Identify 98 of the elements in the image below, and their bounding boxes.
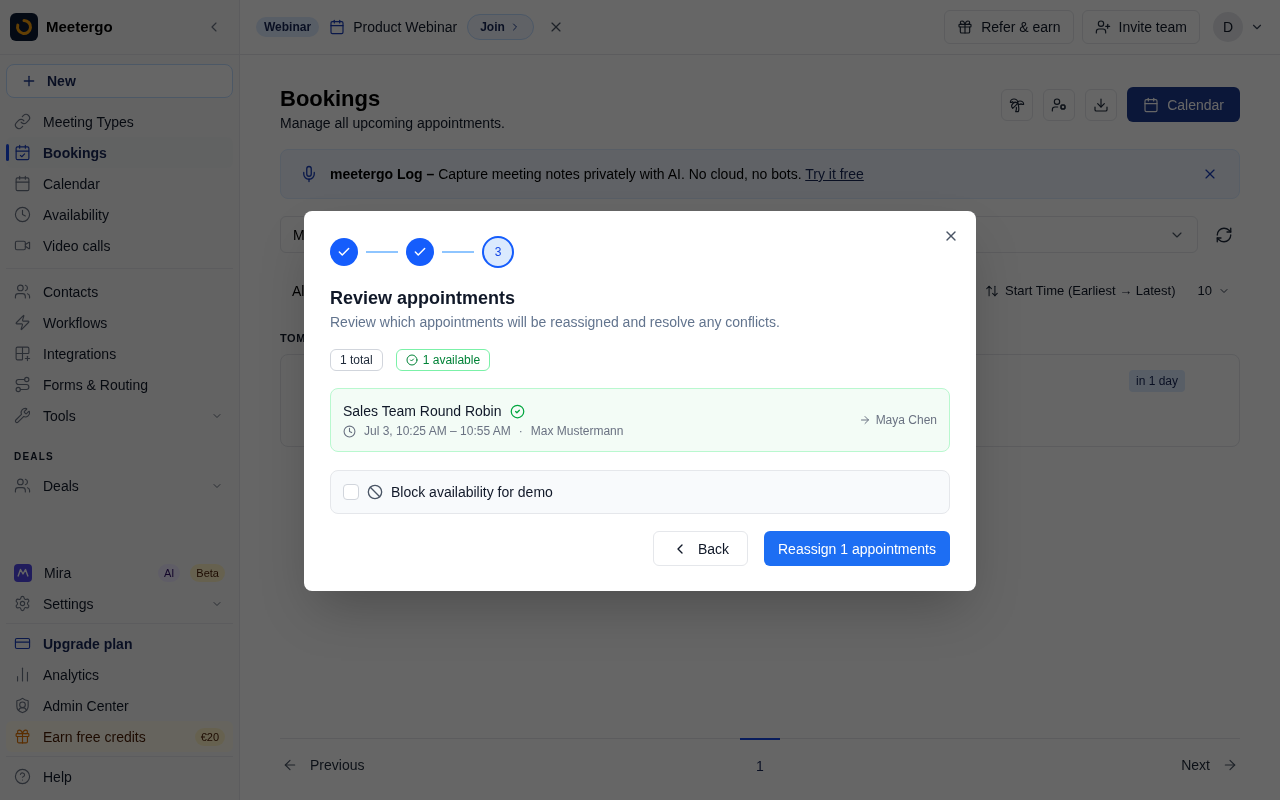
step-connector <box>442 251 474 253</box>
checkbox[interactable] <box>343 484 359 500</box>
next-button[interactable]: Next <box>1181 755 1240 775</box>
nav-badge: Beta <box>190 563 225 582</box>
event-type-badge: Webinar <box>256 17 320 37</box>
grid-plus-icon <box>14 345 31 362</box>
step-connector <box>366 251 398 253</box>
new-host: Maya Chen <box>875 412 937 428</box>
filter-tab[interactable]: Al <box>280 281 305 301</box>
gift-icon <box>957 19 974 35</box>
avatar[interactable]: D <box>1213 12 1243 42</box>
users-icon <box>14 283 31 300</box>
sidebar-item[interactable]: Video calls <box>6 230 233 261</box>
palm-tree-icon <box>1009 96 1026 113</box>
sort-icon <box>985 284 1000 298</box>
download-icon <box>1093 96 1110 113</box>
lightning-icon <box>14 314 31 331</box>
page-size-select[interactable]: 10 <box>1197 281 1230 301</box>
clock-icon <box>14 206 31 223</box>
dialog-description: Review which appointments will be reassigned and resolve any conflicts. <box>330 313 781 332</box>
option-label: Block availability for demo <box>391 483 553 502</box>
clock-icon <box>343 424 356 438</box>
arrow-right-icon <box>1222 757 1238 773</box>
sidebar-item[interactable]: Calendar <box>6 168 233 199</box>
sidebar-item[interactable]: Earn free credits €20 <box>6 721 233 752</box>
link-icon <box>14 113 31 130</box>
arrow-right-icon <box>858 414 871 426</box>
appointment-title: Sales Team Round Robin <box>343 402 502 421</box>
sidebar-item[interactable]: Availability <box>6 199 233 230</box>
banner-text: meetergo Log – Capture meeting notes privately with AI. No cloud, no bots. Try it free <box>330 165 864 184</box>
calendar-icon <box>1143 96 1160 113</box>
page-link[interactable]: 1 <box>740 738 780 776</box>
step-indicator: 3 <box>482 236 514 268</box>
appointment-host: Max Mustermann <box>530 423 624 439</box>
logo-icon <box>10 13 38 41</box>
user-gear-icon <box>1051 96 1068 113</box>
sidebar-item[interactable]: Tools <box>6 400 233 431</box>
sidebar-item[interactable]: Analytics <box>6 659 233 690</box>
check-icon <box>337 245 351 259</box>
arrow-left-icon <box>282 757 298 773</box>
sidebar-item[interactable]: Deals <box>6 470 233 501</box>
page-subtitle: Manage all upcoming appointments. <box>280 114 505 133</box>
page-title: Bookings <box>280 85 382 113</box>
section-heading: DEALS <box>13 451 55 463</box>
sidebar-item[interactable]: Workflows <box>6 307 233 338</box>
count-badge: 1 total <box>330 349 383 371</box>
new-button[interactable]: New <box>6 64 233 98</box>
sort-button[interactable]: Start Time (Earliest → Latest) <box>985 281 1176 301</box>
header-button[interactable]: Invite team <box>1081 10 1200 44</box>
event-title: Product Webinar <box>353 18 458 37</box>
mira-logo-icon <box>14 563 32 582</box>
join-button[interactable]: Join <box>467 14 534 40</box>
wrench-icon <box>14 407 31 424</box>
sidebar-item[interactable]: Contacts <box>6 276 233 307</box>
users-icon <box>14 477 31 494</box>
active-indicator <box>6 144 9 161</box>
microphone-icon <box>300 165 318 183</box>
user-settings-button[interactable] <box>1043 88 1076 121</box>
calendar-icon <box>329 19 346 35</box>
route-icon <box>14 376 31 393</box>
sidebar-item[interactable]: Upgrade plan <box>6 628 233 659</box>
ban-icon <box>367 484 383 500</box>
try-it-free-link[interactable]: Try it free <box>805 166 864 182</box>
reassign-button[interactable]: Reassign 1 appointments <box>764 531 950 566</box>
nav-badge: AI <box>157 563 181 582</box>
settings-icon <box>14 595 31 612</box>
calendar-check-icon <box>14 144 31 161</box>
calendar-button[interactable]: Calendar <box>1127 87 1240 122</box>
back-button[interactable]: Back <box>652 531 748 566</box>
sidebar-item[interactable]: Admin Center <box>6 690 233 721</box>
check-icon <box>413 245 427 259</box>
brand-name: Meetergo <box>46 16 113 37</box>
help-icon <box>14 768 31 785</box>
appointment-time: Jul 3, 10:25 AM – 10:55 AM <box>364 423 511 439</box>
sidebar-item[interactable]: Integrations <box>6 338 233 369</box>
separator-dot: · <box>518 423 523 439</box>
sidebar-item[interactable]: Forms & Routing <box>6 369 233 400</box>
bar-chart-icon <box>14 666 31 683</box>
time-badge: in 1 day <box>1128 370 1185 392</box>
shield-user-icon <box>14 697 31 714</box>
download-button[interactable] <box>1085 88 1118 121</box>
user-plus-icon <box>1094 19 1111 35</box>
sidebar-item[interactable]: Settings <box>6 588 233 619</box>
credit-card-icon <box>14 635 31 652</box>
sidebar-item[interactable]: Help <box>6 761 233 792</box>
refresh-icon <box>1215 225 1233 244</box>
count-badge: 1 available <box>395 349 491 371</box>
nav-badge: €20 <box>194 727 225 746</box>
calendar-icon <box>14 175 31 192</box>
dialog-title: Review appointments <box>330 287 517 310</box>
check-circle-icon <box>405 354 418 366</box>
vacation-button[interactable] <box>1001 88 1034 121</box>
sidebar-item[interactable]: Meeting Types <box>6 106 233 137</box>
plus-icon <box>21 73 37 89</box>
header-button[interactable]: Refer & earn <box>944 10 1074 44</box>
previous-button[interactable]: Previous <box>280 755 365 775</box>
sidebar-item[interactable]: Mira AI Beta <box>6 557 233 588</box>
gift-icon <box>14 728 31 745</box>
